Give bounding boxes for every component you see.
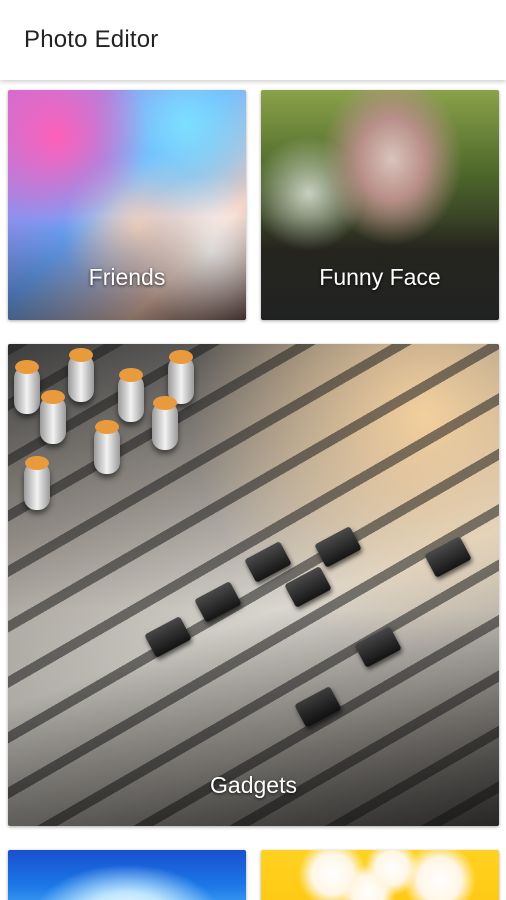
app-bar: Photo Editor <box>0 0 506 80</box>
category-card-partial-left[interactable] <box>8 850 246 900</box>
category-card-friends[interactable]: Friends <box>8 90 246 320</box>
sky-image <box>8 850 246 900</box>
mixer-knob-decoration <box>24 456 50 510</box>
category-card-partial-right[interactable] <box>261 850 499 900</box>
mixer-knob-decoration <box>14 360 40 414</box>
mixer-knob-decoration <box>68 348 94 402</box>
category-label-friends: Friends <box>88 264 166 290</box>
category-grid: Friends Funny Face Gadgets <box>0 80 506 900</box>
mixer-knob-decoration <box>40 390 66 444</box>
category-label-gadgets: Gadgets <box>210 772 297 798</box>
app-title: Photo Editor <box>24 26 159 53</box>
popcorn-image <box>261 850 499 900</box>
mixer-knob-decoration <box>118 368 144 422</box>
mixer-knob-decoration <box>94 420 120 474</box>
category-card-funny-face[interactable]: Funny Face <box>261 90 499 320</box>
category-card-gadgets[interactable]: Gadgets <box>8 344 499 826</box>
category-label-funny-face: Funny Face <box>319 264 441 290</box>
mixer-knob-decoration <box>152 396 178 450</box>
